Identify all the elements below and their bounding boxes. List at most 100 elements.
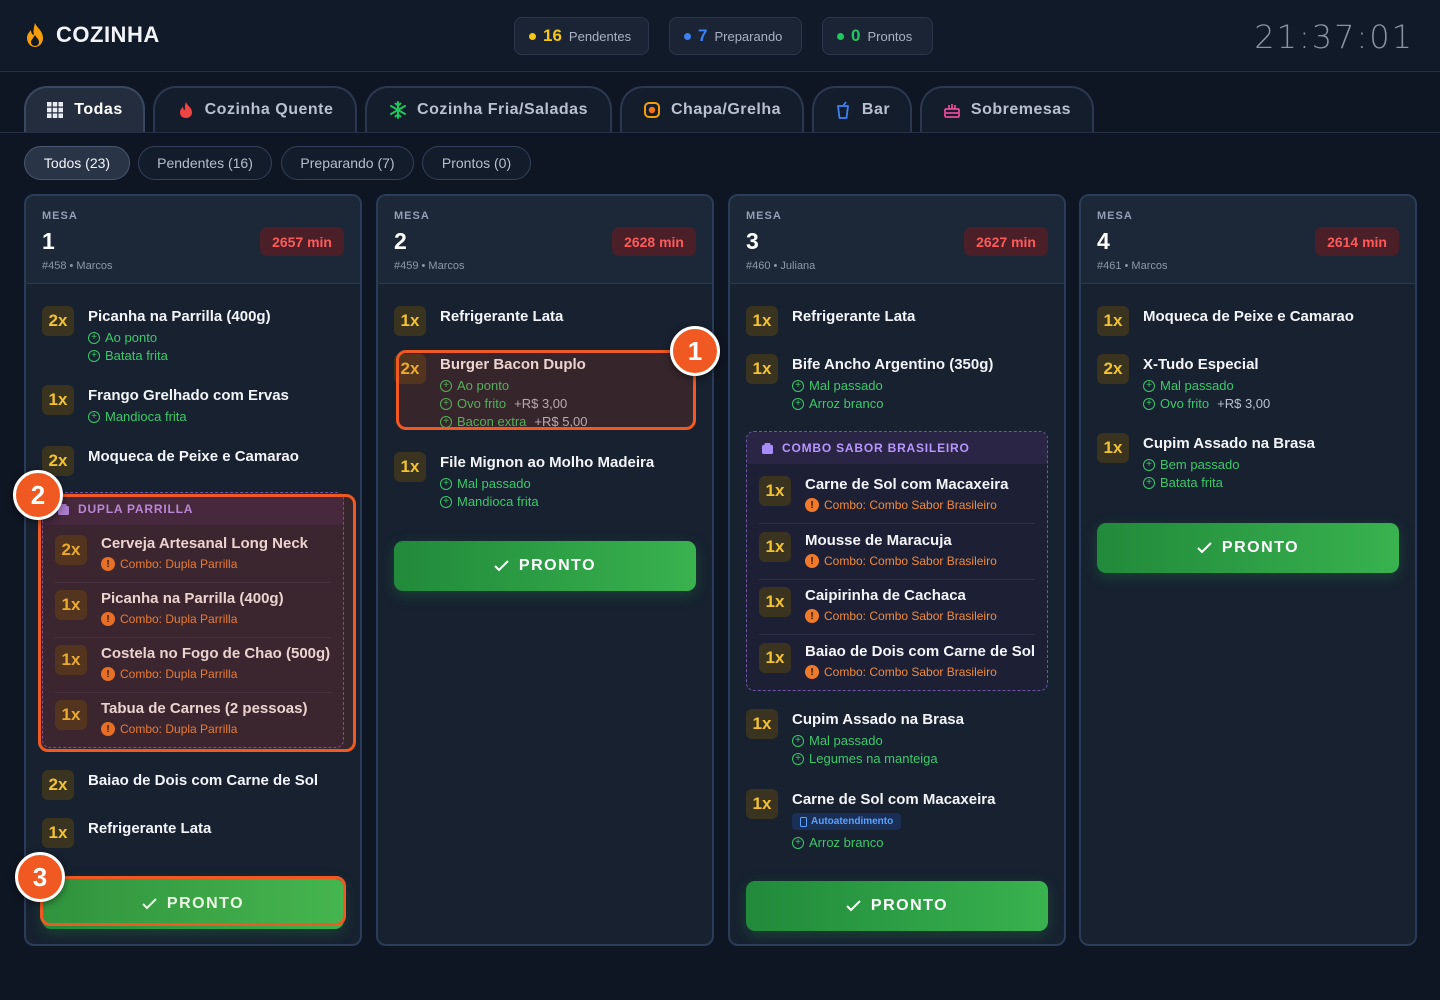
item-quantity: 1x <box>746 306 778 336</box>
item-name: Picanha na Parrilla (400g) <box>88 308 271 325</box>
box-icon <box>762 442 773 454</box>
item-modifier: + Batata frita <box>88 348 168 363</box>
stat-label: Preparando <box>714 28 783 44</box>
button-label: PRONTO <box>1221 539 1300 556</box>
item-quantity: 1x <box>759 587 791 617</box>
stat-preparando[interactable]: 7 Preparando <box>669 17 802 55</box>
elapsed-timer: 2657 min <box>260 227 344 256</box>
alert-icon: ! <box>805 609 819 623</box>
filter-todos[interactable]: Todos (23) <box>24 146 130 180</box>
tab-label: Todas <box>74 101 123 118</box>
list-item[interactable]: 1x Mousse de Maracuja ! Combo: Combo Sabo… <box>759 528 1035 580</box>
status-dot <box>684 32 691 40</box>
check-icon <box>494 560 509 572</box>
item-name: Bife Ancho Argentino (350g) <box>792 356 994 373</box>
pronto-button[interactable]: PRONTO <box>746 881 1048 931</box>
plus-icon: + <box>792 734 804 747</box>
stat-label: Prontos <box>867 28 913 44</box>
combo-note: ! Combo: Combo Sabor Brasileiro <box>805 498 997 512</box>
list-item[interactable]: 1x Carne de Sol com Macaxeira ! Combo: Co… <box>759 472 1035 524</box>
item-name: Carne de Sol com Macaxeira <box>805 476 1009 493</box>
item-name: Baiao de Dois com Carne de Sol <box>88 772 319 789</box>
item-name: X-Tudo Especial <box>1143 356 1259 373</box>
modifier-text: Mal passado <box>1160 378 1234 393</box>
combo-note-text: Combo: Combo Sabor Brasileiro <box>824 498 997 512</box>
top-header: COZINHA 16 Pendentes 7 Preparando 0 Pron… <box>0 0 1440 72</box>
list-item[interactable]: 1x Baiao de Dois com Carne de Sol ! Combo… <box>759 639 1035 691</box>
snowflake-icon <box>390 101 407 119</box>
item-modifier: + Ovo frito +R$ 3,00 <box>1143 396 1270 411</box>
plus-icon: + <box>792 752 804 765</box>
elapsed-timer: 2614 min <box>1315 227 1399 256</box>
modifier-text: Batata frita <box>1160 475 1223 490</box>
stat-prontos[interactable]: 0 Prontos <box>822 17 933 55</box>
elapsed-timer: 2627 min <box>964 227 1048 256</box>
highlight-combo-dupla-parrilla <box>38 494 356 752</box>
item-name: Frango Grelhado com Ervas <box>88 387 289 404</box>
plus-icon: + <box>792 397 804 410</box>
order-card-mesa-3: MESA 3 #460 • Juliana 2627 min 1x Refrig… <box>728 194 1066 946</box>
stat-count: 7 <box>698 26 708 45</box>
item-modifier: + Mal passado <box>792 378 883 393</box>
item-modifier: + Mal passado <box>440 476 531 491</box>
filter-preparando[interactable]: Preparando (7) <box>281 146 414 180</box>
item-quantity: 1x <box>1097 433 1129 463</box>
item-name: Cupim Assado na Brasa <box>792 711 964 728</box>
combo-group: COMBO SABOR BRASILEIRO 1x Carne de Sol c… <box>746 431 1048 691</box>
mesa-number: 4 <box>1097 228 1110 254</box>
combo-note: ! Combo: Combo Sabor Brasileiro <box>805 609 997 623</box>
tab-sobremesas[interactable]: Sobremesas <box>920 86 1094 132</box>
item-quantity: 1x <box>42 385 74 415</box>
item-quantity: 1x <box>746 354 778 384</box>
mesa-label: MESA <box>1097 210 1133 222</box>
pronto-button[interactable]: PRONTO <box>1097 523 1399 573</box>
stat-pendentes[interactable]: 16 Pendentes <box>514 17 649 55</box>
mesa-number: 1 <box>42 228 55 254</box>
order-header: MESA 2 #459 • Marcos 2628 min <box>378 196 712 284</box>
item-modifier: + Ao ponto <box>88 330 157 345</box>
plus-icon: + <box>440 495 452 508</box>
filter-pendentes[interactable]: Pendentes (16) <box>138 146 272 180</box>
item-modifier: + Mandioca frita <box>88 409 187 424</box>
station-tabs: Todas Cozinha Quente Cozinha Fria/Salada… <box>0 72 1440 133</box>
annotation-badge-2: 2 <box>13 470 63 520</box>
order-meta: #461 • Marcos <box>1097 260 1168 272</box>
item-name: Cupim Assado na Brasa <box>1143 435 1315 452</box>
item-quantity: 1x <box>759 532 791 562</box>
cup-icon <box>837 101 849 119</box>
item-quantity: 1x <box>759 476 791 506</box>
list-item[interactable]: 1x Caipirinha de Cachaca ! Combo: Combo S… <box>759 583 1035 635</box>
modifier-text: Ao ponto <box>105 330 158 345</box>
tab-cozinha-quente[interactable]: Cozinha Quente <box>153 86 357 132</box>
plus-icon: + <box>88 349 100 362</box>
filter-prontos[interactable]: Prontos (0) <box>422 146 531 180</box>
tab-bar[interactable]: Bar <box>812 86 912 132</box>
tab-todas[interactable]: Todas <box>24 86 145 132</box>
item-modifier: + Bem passado <box>1143 457 1240 472</box>
tab-cozinha-fria[interactable]: Cozinha Fria/Saladas <box>365 86 612 132</box>
tab-chapa-grelha[interactable]: Chapa/Grelha <box>620 86 804 132</box>
combo-title: COMBO SABOR BRASILEIRO <box>747 432 1047 464</box>
grid-icon <box>47 102 64 118</box>
flame-icon <box>179 102 192 118</box>
item-name: Moqueca de Peixe e Camarao <box>88 448 299 465</box>
stat-count: 0 <box>851 26 861 45</box>
alert-icon: ! <box>805 665 819 679</box>
tab-label: Cozinha Quente <box>204 101 334 118</box>
item-name: Baiao de Dois com Carne de Sol <box>805 643 1036 660</box>
alert-icon: ! <box>805 554 819 568</box>
combo-note-text: Combo: Combo Sabor Brasileiro <box>824 554 997 568</box>
plus-icon: + <box>1143 379 1155 392</box>
item-modifier: + Mal passado <box>1143 378 1234 393</box>
mesa-label: MESA <box>42 210 78 222</box>
mesa-label: MESA <box>746 210 782 222</box>
stat-count: 16 <box>543 26 562 45</box>
item-name: Moqueca de Peixe e Camarao <box>1143 308 1354 325</box>
plus-icon: + <box>1143 476 1155 489</box>
tab-label: Chapa/Grelha <box>670 101 782 118</box>
item-name: Caipirinha de Cachaca <box>805 587 966 604</box>
mesa-number: 2 <box>394 228 407 254</box>
modifier-text: Mal passado <box>457 476 531 491</box>
pronto-button[interactable]: PRONTO <box>394 541 696 591</box>
item-name: Mousse de Maracuja <box>805 532 952 549</box>
